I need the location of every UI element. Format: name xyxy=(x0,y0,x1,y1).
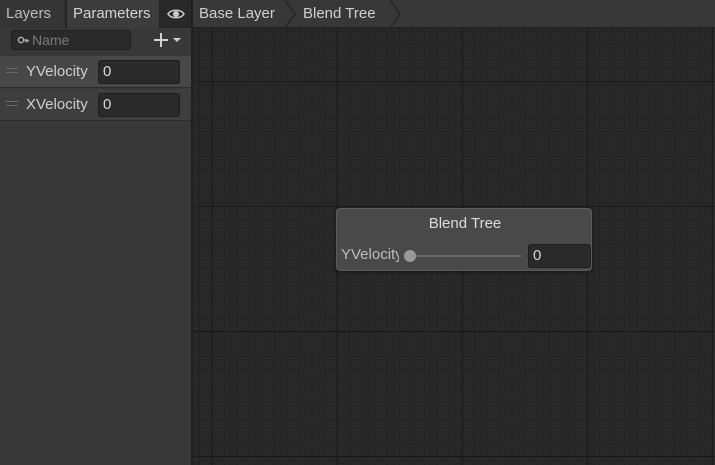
node-title: Blend Tree xyxy=(428,215,502,232)
plus-icon xyxy=(154,33,168,47)
search-icon xyxy=(17,36,29,44)
breadcrumb-item-blend-tree[interactable]: Blend Tree xyxy=(303,0,376,28)
animator-window: Layers Parameters Name YVelocity 0 XVelo… xyxy=(0,0,715,465)
chevron-down-icon xyxy=(173,38,181,42)
breadcrumb-separator-icon xyxy=(389,0,401,28)
search-input[interactable] xyxy=(32,31,128,49)
eye-icon xyxy=(167,9,185,19)
node-parameter-label: YVelocity xyxy=(341,246,399,263)
visibility-toggle-button[interactable] xyxy=(161,0,191,28)
node-value-field[interactable]: 0 xyxy=(528,244,591,268)
search-box xyxy=(11,30,131,50)
breadcrumb-item-base-layer[interactable]: Base Layer xyxy=(199,0,275,28)
breadcrumb: Base Layer Blend Tree xyxy=(193,0,715,28)
parameter-value-field[interactable]: 0 xyxy=(98,93,180,117)
add-parameter-button[interactable] xyxy=(151,29,187,51)
parameters-panel: Layers Parameters Name YVelocity 0 XVelo… xyxy=(0,0,191,465)
breadcrumb-separator-icon xyxy=(284,0,296,28)
blend-tree-node[interactable]: Blend Tree YVelocity 0 xyxy=(336,208,592,271)
parameter-name: XVelocity xyxy=(26,96,88,113)
tab-layers[interactable]: Layers xyxy=(0,0,66,28)
search-row xyxy=(0,28,191,55)
blend-slider-track[interactable] xyxy=(409,255,521,257)
parameter-value-field[interactable]: 0 xyxy=(98,60,180,84)
parameter-row[interactable]: YVelocity 0 xyxy=(0,56,191,88)
panel-tabbar: Layers Parameters xyxy=(0,0,191,28)
blend-slider-handle[interactable] xyxy=(404,250,416,262)
parameter-name: YVelocity xyxy=(26,63,88,80)
tab-parameters[interactable]: Parameters xyxy=(67,0,160,28)
parameter-row[interactable]: XVelocity 0 xyxy=(0,89,191,121)
drag-handle-icon[interactable] xyxy=(6,68,18,74)
drag-handle-icon[interactable] xyxy=(6,101,18,107)
